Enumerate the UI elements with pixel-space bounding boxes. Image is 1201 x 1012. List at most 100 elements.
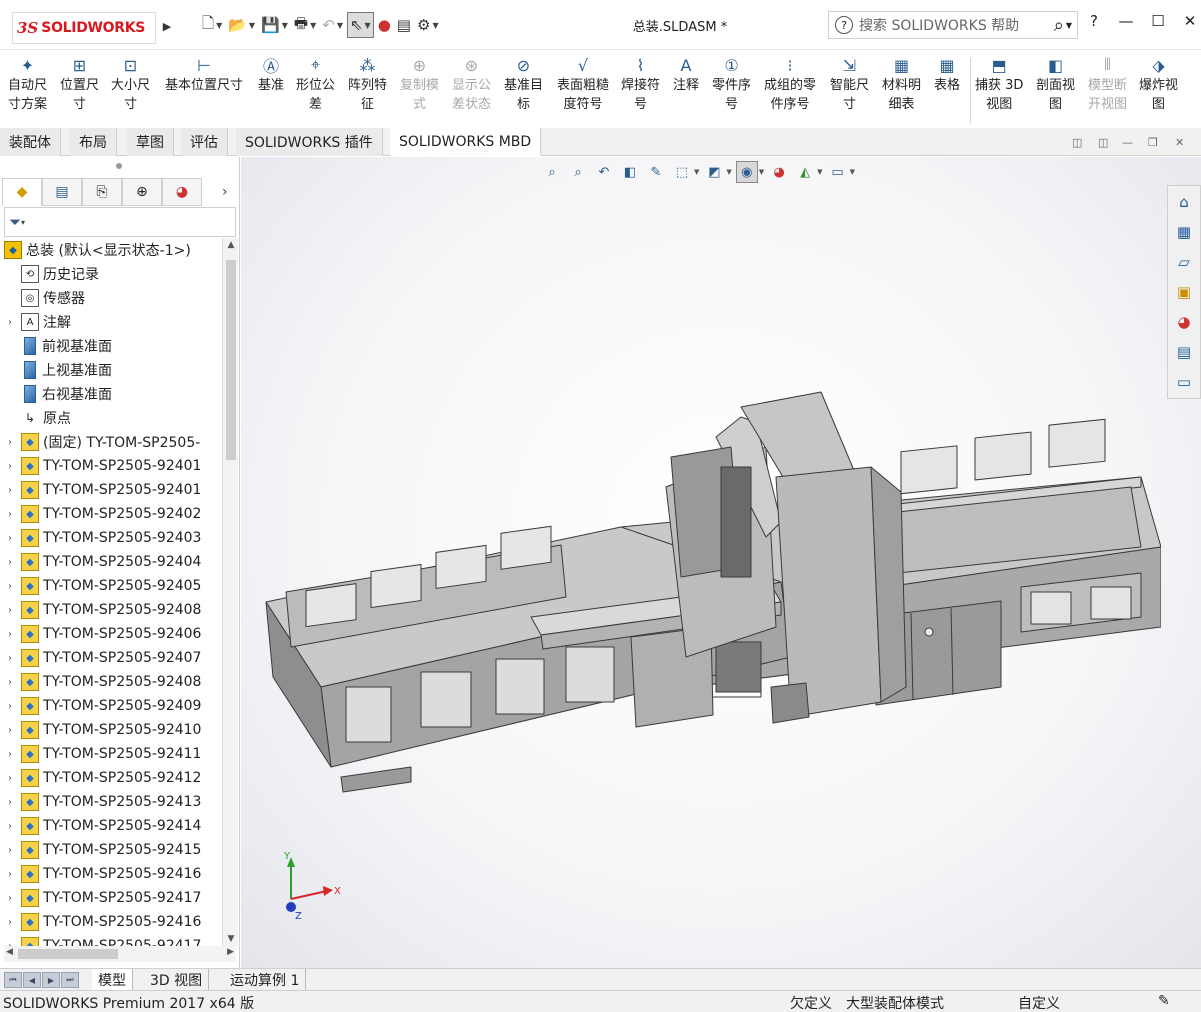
tab-0[interactable]: 装配体: [0, 128, 61, 156]
view-palette-icon[interactable]: ▣: [1169, 278, 1199, 306]
save-button[interactable]: 💾 ▼: [259, 12, 290, 38]
file-properties-button[interactable]: ▤: [395, 12, 413, 38]
section-view-icon[interactable]: ◧: [619, 161, 641, 183]
next-tab-icon[interactable]: ▶: [42, 972, 60, 988]
scroll-up-icon[interactable]: ▲: [223, 240, 239, 250]
expand-arrow-icon[interactable]: ›: [4, 677, 16, 688]
zoom-to-area-icon[interactable]: ⌕: [567, 161, 589, 183]
tab-1[interactable]: 布局: [70, 128, 117, 156]
datum-button[interactable]: Ⓐ 基准: [258, 54, 284, 95]
weld-symbol-button[interactable]: ⌇ 焊接符号: [621, 54, 660, 114]
tree-item[interactable]: › ◆ TY-TOM-SP2505-92408: [0, 670, 222, 694]
doc-close-button[interactable]: ✕: [1175, 136, 1184, 149]
chevron-down-icon[interactable]: ▼: [694, 168, 699, 176]
tab-5[interactable]: SOLIDWORKS MBD: [390, 128, 542, 156]
appearances-icon[interactable]: ◕: [1169, 308, 1199, 336]
expand-arrow-icon[interactable]: ›: [4, 509, 16, 520]
tree-item[interactable]: 前视基准面: [0, 334, 222, 358]
datum-target-button[interactable]: ⊘ 基准目标: [504, 54, 543, 114]
unit-system-status[interactable]: 自定义: [1018, 993, 1060, 1012]
rebuild-button[interactable]: ●: [376, 12, 393, 38]
tree-item[interactable]: › ◆ TY-TOM-SP2505-92413: [0, 790, 222, 814]
note-button[interactable]: A 注释: [673, 54, 699, 95]
expand-arrow-icon[interactable]: ›: [4, 725, 16, 736]
select-button[interactable]: ⇖ ▼: [346, 12, 374, 38]
tree-item[interactable]: › ◆ TY-TOM-SP2505-92416: [0, 910, 222, 934]
panel-grip[interactable]: [116, 163, 122, 169]
help-button[interactable]: ?: [1085, 12, 1103, 30]
tree-item[interactable]: › ◆ TY-TOM-SP2505-92401: [0, 454, 222, 478]
last-tab-icon[interactable]: ⏭: [61, 972, 79, 988]
smart-dimension-button[interactable]: ⇲ 智能尺寸: [830, 54, 869, 114]
configuration-manager-tab[interactable]: ⎘: [82, 178, 122, 206]
expand-arrow-icon[interactable]: ›: [4, 317, 16, 328]
section-view-button[interactable]: ◧ 剖面视图: [1036, 54, 1075, 114]
surface-finish-button[interactable]: √ 表面粗糙 度符号: [557, 54, 609, 114]
tree-item[interactable]: › ◆ TY-TOM-SP2505-92411: [0, 742, 222, 766]
model-tab[interactable]: 模型: [92, 969, 133, 991]
expand-arrow-icon[interactable]: ›: [4, 797, 16, 808]
capture-3d-view-button[interactable]: ⬒ 捕获 3D 视图: [975, 54, 1023, 114]
tab-4[interactable]: SOLIDWORKS 插件: [236, 128, 383, 156]
tree-item[interactable]: › ◆ TY-TOM-SP2505-92415: [0, 838, 222, 862]
auto-dimension-button[interactable]: ✦ 自动尺 寸方案: [8, 54, 47, 114]
home-icon[interactable]: ⌂: [1169, 188, 1199, 216]
tree-filter[interactable]: ⏷ ▾: [4, 207, 236, 237]
more-tabs-arrow-icon[interactable]: ›: [222, 184, 228, 200]
expand-arrow-icon[interactable]: ›: [4, 821, 16, 832]
expand-arrow-icon[interactable]: ›: [4, 461, 16, 472]
scroll-thumb[interactable]: [226, 260, 236, 460]
tree-item[interactable]: › ◆ TY-TOM-SP2505-92401: [0, 478, 222, 502]
motion-study-tab[interactable]: 运动算例 1: [224, 969, 307, 991]
chevron-down-icon[interactable]: ▼: [850, 168, 855, 176]
design-library-icon[interactable]: ▦: [1169, 218, 1199, 246]
search-icon[interactable]: ⌕: [1054, 15, 1064, 36]
expand-arrow-icon[interactable]: ›: [4, 845, 16, 856]
display-style-icon[interactable]: ◩: [703, 161, 725, 183]
dimxpert-manager-tab[interactable]: ⊕: [122, 178, 162, 206]
scroll-down-icon[interactable]: ▼: [223, 934, 239, 944]
table-button[interactable]: ▦ 表格: [934, 54, 960, 95]
close-button[interactable]: ✕: [1181, 12, 1199, 30]
tree-item[interactable]: › ◆ TY-TOM-SP2505-92407: [0, 646, 222, 670]
hide-show-items-icon[interactable]: ◉: [735, 161, 758, 183]
pattern-feature-button[interactable]: ⁂ 阵列特征: [348, 54, 387, 114]
expand-arrow-icon[interactable]: ›: [4, 437, 16, 448]
tab-3[interactable]: 评估: [181, 128, 228, 156]
tree-item[interactable]: › ◆ TY-TOM-SP2505-92408: [0, 598, 222, 622]
tree-item[interactable]: › ◆ TY-TOM-SP2505-92404: [0, 550, 222, 574]
tree-item[interactable]: › ◆ (固定) TY-TOM-SP2505-: [0, 430, 222, 454]
basic-location-dimension-button[interactable]: ⊢ 基本位置尺寸: [165, 54, 243, 95]
new-document-button[interactable]: 🗋 ▼: [200, 12, 224, 38]
previous-view-icon[interactable]: ↶: [593, 161, 615, 183]
view-orientation-icon[interactable]: ⬚: [671, 161, 693, 183]
tree-item[interactable]: › ◆ TY-TOM-SP2505-92414: [0, 814, 222, 838]
tab-2[interactable]: 草图: [127, 128, 174, 156]
tree-item[interactable]: › ◆ TY-TOM-SP2505-92406: [0, 622, 222, 646]
forum-icon[interactable]: ▭: [1169, 368, 1199, 396]
expand-arrow-icon[interactable]: ›: [4, 653, 16, 664]
geometric-tolerance-button[interactable]: ⌖ 形位公差: [296, 54, 335, 114]
size-dimension-button[interactable]: ⊡ 大小尺寸: [111, 54, 150, 114]
scroll-left-icon[interactable]: ◀: [6, 947, 13, 957]
tree-root-assembly[interactable]: ◆ 总装 (默认<显示状态-1>): [0, 238, 222, 262]
tree-item[interactable]: › ◆ TY-TOM-SP2505-92410: [0, 718, 222, 742]
doc-restore-button[interactable]: ❐: [1148, 136, 1158, 149]
scroll-thumb-horizontal[interactable]: [18, 949, 118, 959]
tree-item[interactable]: › ◆ TY-TOM-SP2505-92409: [0, 694, 222, 718]
undo-button[interactable]: ↶ ▼: [320, 12, 345, 38]
location-dimension-button[interactable]: ⊞ 位置尺寸: [60, 54, 99, 114]
custom-properties-icon[interactable]: ▤: [1169, 338, 1199, 366]
chevron-down-icon[interactable]: ▼: [726, 168, 731, 176]
expand-arrow-icon[interactable]: ›: [4, 581, 16, 592]
tree-item[interactable]: ◎ 传感器: [0, 286, 222, 310]
options-button[interactable]: ⚙ ▼: [415, 12, 441, 38]
doc-restore-left-icon[interactable]: ◫: [1072, 136, 1082, 149]
expand-arrow-icon[interactable]: ›: [4, 917, 16, 928]
property-manager-tab[interactable]: ▤: [42, 178, 82, 206]
minimize-button[interactable]: —: [1117, 12, 1135, 30]
graphics-area[interactable]: ⌕ ⌕ ↶ ◧ ✎ ⬚ ▼ ◩ ▼ ◉ ▼ ◕ ◭ ▼ ▭ ▼ ⌂ ▦ ▱ ▣ ◕ ▤ ▭: [241, 157, 1201, 968]
apply-scene-icon[interactable]: ◭: [794, 161, 816, 183]
bom-button[interactable]: ▦ 材料明 细表: [882, 54, 921, 114]
tree-item[interactable]: › A 注解: [0, 310, 222, 334]
